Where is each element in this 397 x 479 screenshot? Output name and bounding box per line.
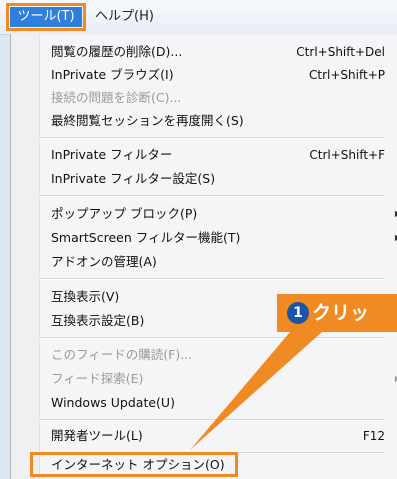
menu-help[interactable]: ヘルプ(H) — [95, 7, 154, 27]
menu-tools[interactable]: ツール(T) — [6, 3, 86, 31]
menu-separator — [39, 337, 384, 339]
menu-item-diagnose-connection: 接続の問題を診断(C)... — [39, 87, 397, 109]
menu-item-label: InPrivate フィルター — [51, 147, 173, 162]
menu-separator — [39, 137, 384, 139]
menu-item-windows-update[interactable]: Windows Update(U) — [39, 392, 397, 414]
menu-item-label: フィード探索(E) — [51, 371, 144, 386]
menu-item-manage-addons[interactable]: アドオンの管理(A) — [39, 251, 397, 273]
menu-item-feed-discovery: フィード探索(E) ▶ — [39, 368, 397, 390]
menu-item-shortcut: Ctrl+Shift+P — [309, 68, 385, 82]
callout-text: クリッ — [312, 302, 370, 324]
menu-item-label: 互換表示(V) — [51, 289, 120, 304]
menu-item-label: 互換表示設定(B) — [51, 313, 145, 328]
menu-item-popup-blocker[interactable]: ポップアップ ブロック(P) ▶ — [39, 203, 397, 225]
menu-item-developer-tools[interactable]: 開発者ツール(L) F12 — [39, 425, 397, 447]
menu-item-inprivate-filter[interactable]: InPrivate フィルター Ctrl+Shift+F — [39, 144, 397, 166]
menu-item-label: InPrivate ブラウズ(I) — [51, 67, 174, 82]
menu-item-label: このフィードの購読(F)... — [51, 347, 193, 362]
menu-icon-gutter — [11, 34, 40, 479]
menu-item-inprivate-browse[interactable]: InPrivate ブラウズ(I) Ctrl+Shift+P — [39, 64, 397, 86]
menu-item-label: 接続の問題を診断(C)... — [51, 90, 182, 105]
menu-item-smartscreen-filter[interactable]: SmartScreen フィルター機能(T) ▶ — [39, 227, 397, 249]
click-callout: 1 クリッ — [277, 294, 397, 332]
menu-item-delete-history[interactable]: 閲覧の履歴の削除(D)... Ctrl+Shift+Del — [39, 41, 397, 63]
menu-bar: ツール(T) ヘルプ(H) — [0, 0, 397, 35]
menu-item-label: アドオンの管理(A) — [51, 254, 157, 269]
callout-step-number: 1 — [287, 302, 309, 324]
menu-separator — [39, 195, 384, 197]
menu-item-label: 最終閲覧セッションを再度開く(S) — [51, 113, 244, 128]
menu-item-shortcut: F12 — [362, 429, 385, 443]
menu-item-label: 閲覧の履歴の削除(D)... — [51, 44, 183, 59]
menu-separator — [39, 278, 384, 280]
menu-item-label: 開発者ツール(L) — [51, 428, 143, 443]
menu-item-label: ポップアップ ブロック(P) — [51, 206, 198, 221]
menu-item-shortcut: Ctrl+Shift+F — [309, 148, 385, 162]
menu-item-reopen-session[interactable]: 最終閲覧セッションを再度開く(S) — [39, 110, 397, 132]
menu-item-label: Windows Update(U) — [51, 395, 175, 410]
menu-separator — [39, 419, 384, 421]
internet-options-highlight — [30, 452, 238, 477]
menu-item-label: InPrivate フィルター設定(S) — [51, 171, 216, 186]
menu-item-label: SmartScreen フィルター機能(T) — [51, 230, 241, 245]
menu-item-subscribe-feed: このフィードの購読(F)... — [39, 344, 397, 366]
tools-dropdown-menu: 閲覧の履歴の削除(D)... Ctrl+Shift+Del InPrivate … — [10, 34, 397, 479]
menu-item-shortcut: Ctrl+Shift+Del — [296, 45, 385, 59]
menu-item-inprivate-filter-settings[interactable]: InPrivate フィルター設定(S) — [39, 168, 397, 190]
